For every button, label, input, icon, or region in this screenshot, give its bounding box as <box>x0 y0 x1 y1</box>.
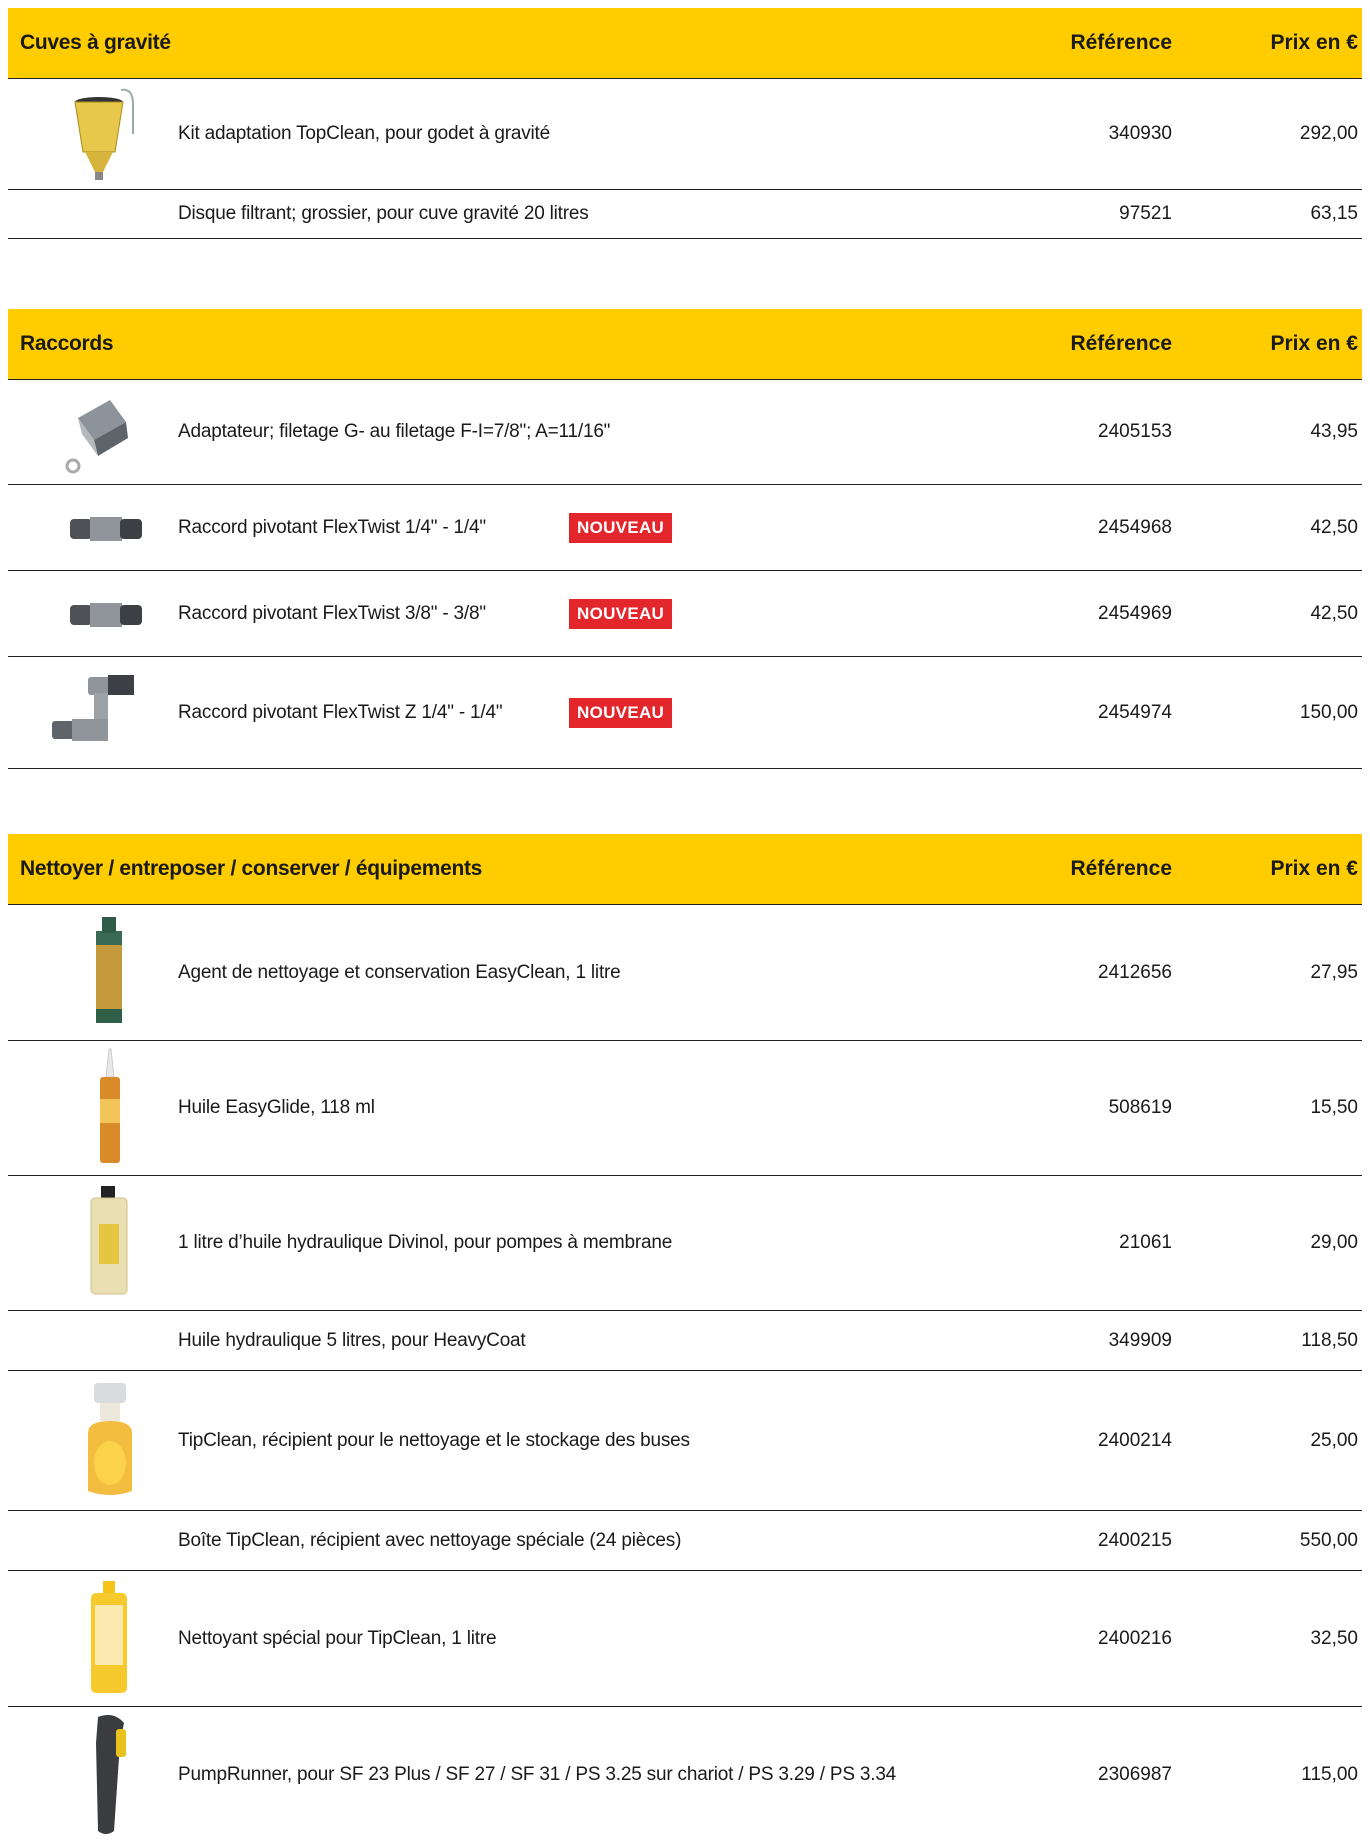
section-title: Raccords <box>20 332 114 355</box>
row-description: PumpRunner, pour SF 23 Plus / SF 27 / SF… <box>178 1764 897 1785</box>
row-description: Raccord pivotant FlexTwist 1/4" - 1/4" <box>178 516 486 538</box>
swivel-joint-image <box>38 485 168 570</box>
row-price: 32,50 <box>1310 1627 1358 1649</box>
row-reference: 2400215 <box>1098 1529 1172 1551</box>
row-description: Raccord pivotant FlexTwist Z 1/4" - 1/4" <box>178 701 503 723</box>
column-header-price: Prix en € <box>1270 857 1358 880</box>
row-price: 63,15 <box>1310 203 1358 224</box>
cleaning-bottle-image <box>38 905 168 1040</box>
section-gravity-cups: Cuves à gravité Référence Prix en € Kit … <box>8 8 1362 239</box>
row-description: Adaptateur; filetage G- au filetage F-I=… <box>178 421 611 442</box>
row-description: Raccord pivotant FlexTwist 3/8" - 3/8" <box>178 602 486 624</box>
table-row: Huile EasyGlide, 118 ml 508619 15,50 <box>8 1041 1362 1176</box>
row-price: 25,00 <box>1310 1429 1358 1451</box>
row-price: 292,00 <box>1299 123 1358 144</box>
table-row: Raccord pivotant FlexTwist 1/4" - 1/4" N… <box>8 485 1362 571</box>
oil-bottle-image <box>38 1041 168 1175</box>
table-row: Nettoyant spécial pour TipClean, 1 litre… <box>8 1571 1362 1707</box>
row-reference: 2412656 <box>1098 961 1172 983</box>
table-row: Disque filtrant; grossier, pour cuve gra… <box>8 190 1362 239</box>
row-price: 29,00 <box>1310 1232 1358 1253</box>
table-row: Huile hydraulique 5 litres, pour HeavyCo… <box>8 1311 1362 1371</box>
row-description: TipClean, récipient pour le nettoyage et… <box>178 1429 690 1451</box>
table-row: PumpRunner, pour SF 23 Plus / SF 27 / SF… <box>8 1707 1362 1843</box>
section-cleaning-storage: Nettoyer / entreposer / conserver / équi… <box>8 834 1362 1843</box>
row-price: 43,95 <box>1310 421 1358 442</box>
section-header: Cuves à gravité Référence Prix en € <box>8 8 1362 79</box>
adapter-image <box>38 380 168 484</box>
column-header-reference: Référence <box>1070 332 1172 355</box>
section-title: Nettoyer / entreposer / conserver / équi… <box>20 857 483 880</box>
row-reference: 21061 <box>1119 1232 1172 1253</box>
row-reference: 2454968 <box>1098 516 1172 538</box>
row-reference: 340930 <box>1108 123 1172 144</box>
column-header-reference: Référence <box>1070 31 1172 54</box>
row-description: Boîte TipClean, récipient avec nettoyage… <box>178 1529 682 1551</box>
z-swivel-joint-image <box>38 657 168 768</box>
hydraulic-oil-bottle-image <box>38 1176 168 1310</box>
row-reference: 508619 <box>1108 1097 1172 1118</box>
row-description: Disque filtrant; grossier, pour cuve gra… <box>178 203 589 224</box>
section-header: Raccords Référence Prix en € <box>8 309 1362 380</box>
row-description: Kit adaptation TopClean, pour godet à gr… <box>178 123 550 144</box>
table-row: Kit adaptation TopClean, pour godet à gr… <box>8 79 1362 190</box>
row-reference: 2400214 <box>1098 1429 1172 1451</box>
row-reference: 97521 <box>1119 203 1172 224</box>
row-reference: 349909 <box>1108 1329 1172 1351</box>
pumprunner-remote-image <box>38 1707 168 1843</box>
row-price: 115,00 <box>1301 1764 1358 1785</box>
row-description: 1 litre d’huile hydraulique Divinol, pou… <box>178 1232 673 1253</box>
row-price: 15,50 <box>1310 1097 1358 1118</box>
row-price: 27,95 <box>1310 961 1358 983</box>
row-reference: 2454969 <box>1098 602 1172 624</box>
new-badge: NOUVEAU <box>569 512 673 543</box>
table-row: Boîte TipClean, récipient avec nettoyage… <box>8 1511 1362 1571</box>
row-price: 42,50 <box>1310 602 1358 624</box>
new-badge: NOUVEAU <box>569 697 673 728</box>
row-price: 550,00 <box>1299 1529 1358 1551</box>
row-description: Nettoyant spécial pour TipClean, 1 litre <box>178 1627 497 1649</box>
row-description: Agent de nettoyage et conservation EasyC… <box>178 961 621 983</box>
column-header-reference: Référence <box>1070 857 1172 880</box>
table-row: 1 litre d’huile hydraulique Divinol, pou… <box>8 1176 1362 1311</box>
table-row: Adaptateur; filetage G- au filetage F-I=… <box>8 380 1362 485</box>
row-reference: 2405153 <box>1098 421 1172 442</box>
table-row: Agent de nettoyage et conservation EasyC… <box>8 905 1362 1041</box>
tipclean-container-image <box>38 1371 168 1510</box>
table-row: TipClean, récipient pour le nettoyage et… <box>8 1371 1362 1511</box>
column-header-price: Prix en € <box>1270 31 1358 54</box>
section-fittings: Raccords Référence Prix en € Adaptateur;… <box>8 309 1362 769</box>
row-description: Huile hydraulique 5 litres, pour HeavyCo… <box>178 1329 526 1351</box>
row-reference: 2306987 <box>1098 1764 1172 1785</box>
row-price: 42,50 <box>1310 516 1358 538</box>
gravity-cup-image <box>38 79 168 189</box>
row-reference: 2454974 <box>1098 701 1172 723</box>
cleaner-bottle-image <box>38 1571 168 1706</box>
column-header-price: Prix en € <box>1270 332 1358 355</box>
row-price: 118,50 <box>1301 1329 1358 1351</box>
table-row: Raccord pivotant FlexTwist Z 1/4" - 1/4"… <box>8 657 1362 769</box>
new-badge: NOUVEAU <box>569 598 673 629</box>
row-reference: 2400216 <box>1098 1627 1172 1649</box>
row-description: Huile EasyGlide, 118 ml <box>178 1097 375 1118</box>
swivel-joint-image <box>38 571 168 656</box>
table-row: Raccord pivotant FlexTwist 3/8" - 3/8" N… <box>8 571 1362 657</box>
section-title: Cuves à gravité <box>20 31 171 54</box>
section-header: Nettoyer / entreposer / conserver / équi… <box>8 834 1362 905</box>
row-price: 150,00 <box>1299 701 1358 723</box>
